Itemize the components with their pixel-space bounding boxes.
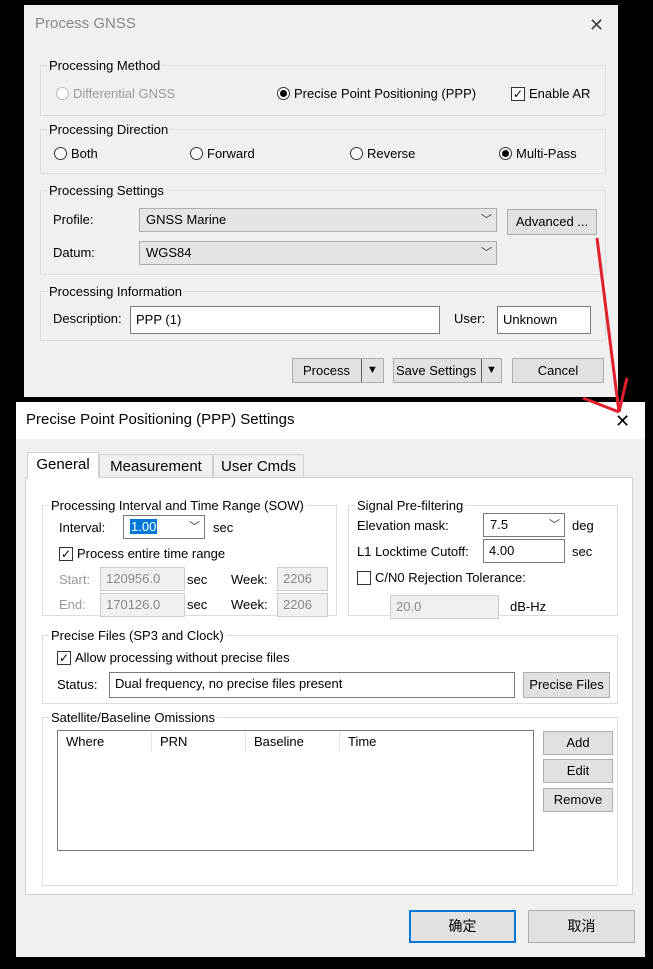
annotation-arrow — [582, 237, 629, 414]
tab-general[interactable]: General — [27, 452, 99, 478]
